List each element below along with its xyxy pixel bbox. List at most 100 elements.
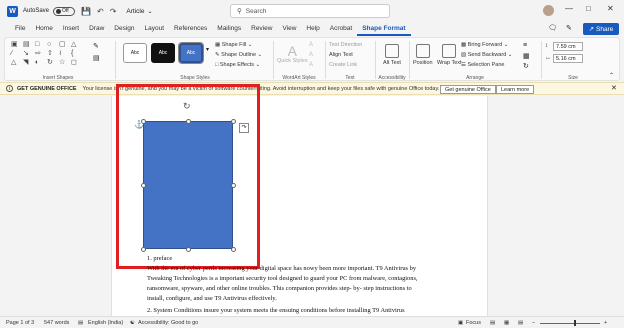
- tab-view[interactable]: View: [277, 22, 301, 36]
- selection-pane-button[interactable]: ☰ Selection Pane: [461, 61, 512, 69]
- get-genuine-office-button[interactable]: Get genuine Office: [440, 85, 496, 94]
- rotate-icon[interactable]: ↻: [523, 62, 529, 70]
- autosave-state: Off: [62, 8, 69, 14]
- group-icon[interactable]: ▦: [523, 52, 530, 60]
- style-swatch-blue[interactable]: Abc: [178, 42, 204, 64]
- comments-icon[interactable]: 🗨: [548, 24, 557, 32]
- word-count[interactable]: 547 words: [44, 320, 69, 326]
- text-box-icon[interactable]: ▣: [11, 41, 21, 49]
- zoom-in-icon[interactable]: +: [604, 320, 607, 326]
- group-label: Arrange: [466, 75, 484, 81]
- close-icon[interactable]: ✕: [611, 84, 617, 92]
- shape-format-list: ▦ Shape Fill ⌄ ✎ Shape Outline ⌄ □ Shape…: [215, 41, 262, 69]
- triangle-icon[interactable]: △: [71, 41, 81, 49]
- curve-icon[interactable]: ≀: [59, 50, 69, 58]
- text-group: Text Direction Align Text Create Link Te…: [327, 38, 373, 82]
- bring-forward-button[interactable]: ▩ Bring Forward ⌄: [461, 41, 512, 49]
- rectangle-icon[interactable]: □: [35, 41, 45, 49]
- share-button[interactable]: ↗ Share: [583, 23, 619, 35]
- oval-icon[interactable]: ○: [47, 41, 57, 49]
- shape-icon[interactable]: ↻: [47, 59, 57, 67]
- tab-draw[interactable]: Draw: [84, 22, 109, 36]
- align-text-button[interactable]: Align Text: [329, 51, 362, 59]
- alt-text-button[interactable]: Alt Text: [383, 44, 401, 67]
- save-icon[interactable]: 💾: [81, 7, 91, 16]
- shape-icon[interactable]: ◐: [35, 59, 45, 67]
- tab-acrobat[interactable]: Acrobat: [325, 22, 357, 36]
- brace-icon[interactable]: {: [71, 50, 81, 58]
- language[interactable]: English (India): [88, 320, 123, 326]
- shape-effects-button[interactable]: □ Shape Effects ⌄: [215, 61, 262, 69]
- read-mode-icon[interactable]: ▤: [490, 320, 495, 326]
- arrow-icon[interactable]: ↘: [23, 50, 33, 58]
- zoom-out-icon[interactable]: −: [532, 320, 535, 326]
- zoom-slider[interactable]: [540, 323, 600, 324]
- focus-button[interactable]: Focus: [466, 320, 481, 326]
- height-field[interactable]: 7.59 cm: [553, 42, 583, 51]
- paragraph-line: 2. System Conditions insure your system …: [147, 307, 405, 314]
- web-layout-icon[interactable]: ▤: [518, 320, 523, 326]
- page-count[interactable]: Page 1 of 3: [6, 320, 34, 326]
- search-box[interactable]: ⚲ Search: [230, 4, 390, 18]
- text-fill-icon[interactable]: A: [309, 42, 313, 48]
- close-icon[interactable]: ✕: [607, 4, 614, 13]
- maximize-icon[interactable]: □: [586, 4, 591, 13]
- text-box-icon[interactable]: ▤: [93, 54, 100, 62]
- proofing-icon[interactable]: ▤: [78, 320, 83, 326]
- tab-review[interactable]: Review: [246, 22, 277, 36]
- zoom-slider-thumb[interactable]: [574, 320, 576, 326]
- separator: [409, 41, 410, 79]
- chevron-down-icon[interactable]: ⌄: [147, 8, 152, 15]
- tab-help[interactable]: Help: [301, 22, 324, 36]
- shape-icon[interactable]: △: [11, 59, 21, 67]
- tab-home[interactable]: Home: [30, 22, 57, 36]
- autosave-toggle[interactable]: Off: [53, 6, 76, 16]
- print-layout-icon[interactable]: ▦: [504, 320, 509, 326]
- search-input[interactable]: Search: [246, 8, 267, 15]
- style-swatch-black[interactable]: Abc: [151, 43, 175, 63]
- accessibility-status[interactable]: Accessibility: Good to go: [138, 320, 198, 326]
- shape-icon[interactable]: ◥: [23, 59, 33, 67]
- shape-fill-button[interactable]: ▦ Shape Fill ⌄: [215, 41, 262, 49]
- arrow-icon[interactable]: ⇨: [35, 50, 45, 58]
- document-title[interactable]: Article: [126, 8, 144, 15]
- text-outline-icon[interactable]: A: [309, 52, 313, 58]
- gallery-more-icon[interactable]: ▾: [206, 46, 209, 53]
- tab-layout[interactable]: Layout: [140, 22, 170, 36]
- shape-icon[interactable]: ◻: [71, 59, 81, 67]
- star-icon[interactable]: ☆: [59, 59, 69, 67]
- tab-design[interactable]: Design: [109, 22, 139, 36]
- text-effects-icon[interactable]: A: [309, 62, 313, 68]
- edit-shape-icon[interactable]: ✎: [93, 42, 99, 50]
- position-button[interactable]: Position: [413, 44, 433, 67]
- create-link-button[interactable]: Create Link: [329, 61, 362, 69]
- arrow-icon[interactable]: ⇧: [47, 50, 57, 58]
- tab-insert[interactable]: Insert: [58, 22, 84, 36]
- tab-file[interactable]: File: [10, 22, 30, 36]
- undo-icon[interactable]: ↶: [97, 7, 104, 16]
- learn-more-button[interactable]: Learn more: [496, 85, 535, 94]
- align-icon[interactable]: ≡: [523, 42, 527, 49]
- quick-styles-button[interactable]: A Quick Styles: [277, 44, 308, 65]
- focus-icon[interactable]: ▣: [458, 320, 463, 326]
- tab-references[interactable]: References: [169, 22, 212, 36]
- tab-mailings[interactable]: Mailings: [212, 22, 246, 36]
- style-swatch-white[interactable]: Abc: [123, 43, 147, 63]
- minimize-icon[interactable]: —: [565, 4, 573, 13]
- text-direction-button[interactable]: Text Direction: [329, 41, 362, 49]
- wrap-text-button[interactable]: Wrap Text: [437, 44, 462, 67]
- redo-icon[interactable]: ↷: [110, 7, 117, 16]
- rectangle-icon[interactable]: ▢: [59, 41, 69, 49]
- send-backward-button[interactable]: ▨ Send Backward ⌄: [461, 51, 512, 59]
- alt-text-icon: [384, 44, 399, 58]
- collapse-ribbon-icon[interactable]: ⌃: [609, 72, 614, 79]
- wrap-text-icon: [442, 44, 457, 58]
- tab-shape-format[interactable]: Shape Format: [357, 22, 411, 36]
- shapes-gallery[interactable]: ▣ ▤ □ ○ ▢ △ ∕ ↘ ⇨ ⇧ ≀ { △ ◥ ◐ ↻ ☆ ◻: [11, 41, 81, 67]
- shape-outline-button[interactable]: ✎ Shape Outline ⌄: [215, 51, 262, 59]
- text-box-icon[interactable]: ▤: [23, 41, 33, 49]
- line-icon[interactable]: ∕: [11, 50, 21, 58]
- avatar[interactable]: [543, 5, 554, 16]
- editing-icon[interactable]: ✎: [566, 24, 572, 32]
- width-field[interactable]: 5.16 cm: [553, 54, 583, 63]
